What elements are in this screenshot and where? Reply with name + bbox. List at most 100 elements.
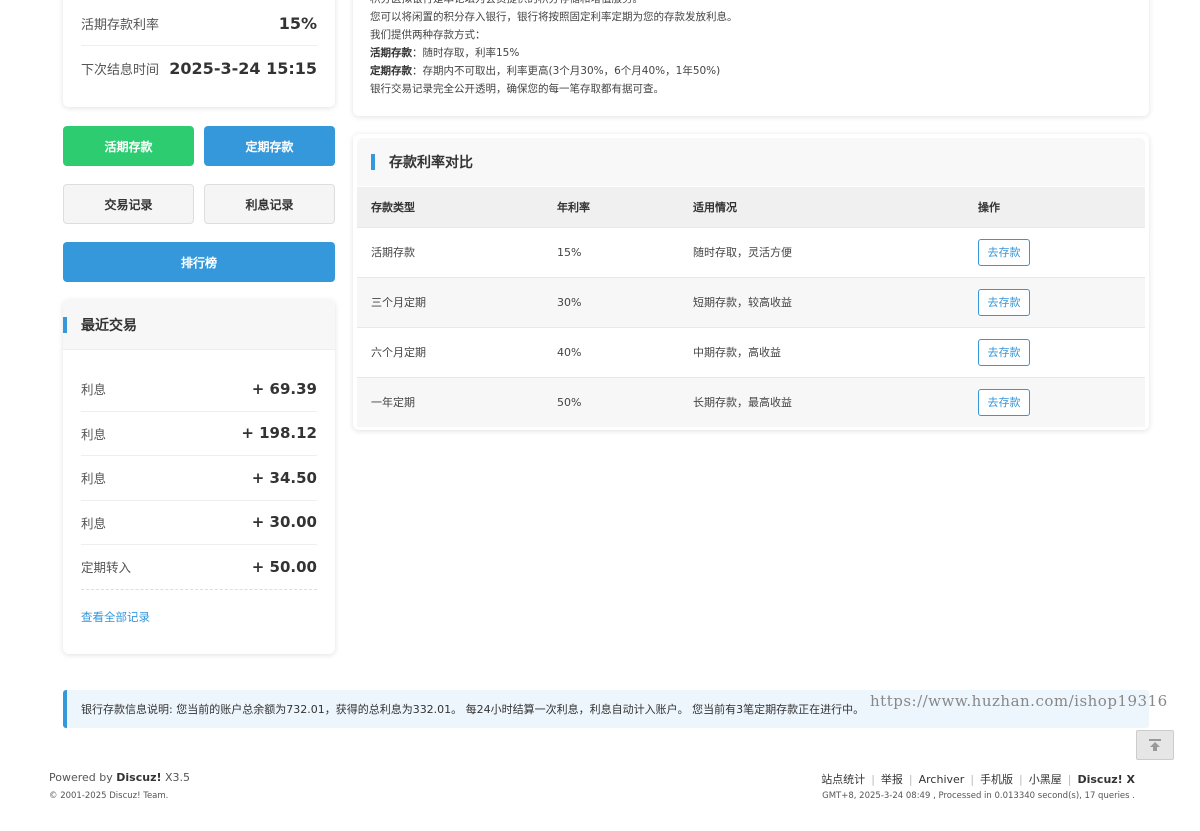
current-rate-row: 活期存款利率 15% <box>81 2 317 46</box>
discuz-link[interactable]: Discuz! <box>116 771 161 784</box>
next-settlement-label: 下次结息时间 <box>81 62 160 78</box>
transaction-label: 利息 <box>81 515 107 531</box>
intro-line: 积分医拟银行是本论坛为会员提供的积分存储和增值服务。 <box>370 0 1132 8</box>
accent-bar <box>63 316 67 333</box>
transaction-label: 利息 <box>81 382 107 398</box>
ranking-button[interactable]: 排行榜 <box>63 242 335 282</box>
divider: | <box>1067 772 1072 786</box>
intro-line: 我们提供两种存款方式： <box>370 29 486 41</box>
divider: | <box>970 772 975 786</box>
transactions-button[interactable]: 交易记录 <box>63 184 194 224</box>
transaction-amount: + 198.12 <box>241 424 317 443</box>
copyright: © 2001-2025 Discuz! Team. <box>49 791 169 801</box>
transaction-row: 利息 + 198.12 <box>81 412 317 456</box>
cell-usage: 随时存取，灵活方便 <box>679 226 964 277</box>
cell-action: 去存款 <box>964 276 1145 327</box>
cell-action: 去存款 <box>964 226 1145 277</box>
go-deposit-button[interactable]: 去存款 <box>978 238 1030 266</box>
bank-intro-text: 积分医拟银行是本论坛为会员提供的积分存储和增值服务。 您可以将闲置的积分存入银行… <box>370 0 1132 98</box>
table-row: 活期存款 15% 随时存取，灵活方便 去存款 <box>357 226 1145 277</box>
transaction-row: 利息 + 30.00 <box>81 501 317 545</box>
go-deposit-button[interactable]: 去存款 <box>978 388 1030 416</box>
transaction-amount: + 69.39 <box>251 379 317 398</box>
intro-line: 银行交易记录完全公开透明，确保您的每一笔存取都有据可查。 <box>370 83 664 95</box>
account-info-card: 活期存款利率 15% 下次结息时间 2025-3-24 15:15 <box>63 0 335 107</box>
back-to-top-button[interactable] <box>1136 730 1174 760</box>
cell-type: 三个月定期 <box>357 276 543 327</box>
intro-current-desc: ：随时存取，利率15% <box>412 47 520 59</box>
intro-fixed-term: 定期存款 <box>370 65 412 77</box>
go-deposit-button[interactable]: 去存款 <box>978 288 1030 316</box>
recent-transactions-header: 最近交易 <box>63 300 335 350</box>
footer-link-stats[interactable]: 站点统计 <box>821 771 865 787</box>
intro-line: 您可以将闲置的积分存入银行，银行将按照固定利率定期为您的存款发放利息。 <box>370 11 738 23</box>
arrow-up-to-line-icon <box>1149 739 1161 751</box>
footer-link-archiver[interactable]: Archiver <box>919 773 965 786</box>
current-rate-value: 15% <box>278 14 317 33</box>
accent-bar <box>371 154 375 170</box>
cell-usage: 中期存款，高收益 <box>679 326 964 377</box>
cell-rate: 40% <box>543 326 679 377</box>
rate-comparison-card: 存款利率对比 存款类型 年利率 适用情况 操作 活期存款 15% 随时存取，灵活… <box>353 134 1149 430</box>
footer-link-blackroom[interactable]: 小黑屋 <box>1029 771 1062 787</box>
cell-rate: 50% <box>543 376 679 427</box>
current-rate-label: 活期存款利率 <box>81 18 160 33</box>
rate-comparison-header: 存款利率对比 <box>357 138 1145 186</box>
intro-line: 活期存款：随时存取，利率15% <box>370 44 1132 62</box>
cell-usage: 短期存款，较高收益 <box>679 276 964 327</box>
bank-intro-card: 积分医拟银行是本论坛为会员提供的积分存储和增值服务。 您可以将闲置的积分存入银行… <box>353 0 1149 116</box>
next-settlement-row: 下次结息时间 2025-3-24 15:15 <box>81 46 317 90</box>
cell-usage: 长期存款，最高收益 <box>679 376 964 427</box>
intro-fixed-desc: ：存期内不可取出，利率更高(3个月30%，6个月40%，1年50%) <box>412 65 721 77</box>
processing-stats: GMT+8, 2025-3-24 08:49 , Processed in 0.… <box>822 791 1135 801</box>
footer-link-mobile[interactable]: 手机版 <box>980 771 1013 787</box>
footer-link-report[interactable]: 举报 <box>881 771 903 787</box>
cell-type: 一年定期 <box>357 376 543 427</box>
transaction-row: 利息 + 69.39 <box>81 367 317 412</box>
transaction-row: 利息 + 34.50 <box>81 456 317 501</box>
recent-transactions-title: 最近交易 <box>81 317 137 334</box>
transaction-label: 利息 <box>81 426 107 442</box>
transaction-amount: + 50.00 <box>251 557 317 576</box>
interest-records-button[interactable]: 利息记录 <box>204 184 335 224</box>
powered-by: Powered by Discuz! X3.5 <box>49 771 190 784</box>
fixed-deposit-button[interactable]: 定期存款 <box>204 126 335 166</box>
transaction-label: 定期转入 <box>81 560 132 576</box>
column-header-action: 操作 <box>964 187 1145 227</box>
divider: | <box>1019 772 1023 786</box>
go-deposit-button[interactable]: 去存款 <box>978 338 1030 366</box>
footer-link-discuz[interactable]: Discuz! X <box>1077 773 1135 786</box>
intro-line: 定期存款：存期内不可取出，利率更高(3个月30%，6个月40%，1年50%) <box>370 62 1132 80</box>
recent-transactions-card: 最近交易 利息 + 69.39 利息 + 198.12 利息 + 34.50 利… <box>63 300 335 654</box>
cell-type: 活期存款 <box>357 226 543 277</box>
rate-comparison-title: 存款利率对比 <box>389 155 473 171</box>
cell-rate: 30% <box>543 276 679 327</box>
current-deposit-button[interactable]: 活期存款 <box>63 126 194 166</box>
cell-action: 去存款 <box>964 376 1145 427</box>
rate-table: 存款类型 年利率 适用情况 操作 活期存款 15% 随时存取，灵活方便 去存款 … <box>357 187 1145 427</box>
transaction-amount: + 30.00 <box>251 513 317 532</box>
column-header-usage: 适用情况 <box>679 187 964 227</box>
rate-table-header-row: 存款类型 年利率 适用情况 操作 <box>357 187 1145 227</box>
column-header-type: 存款类型 <box>357 187 543 227</box>
watermark-text: https://www.huzhan.com/ishop19316 <box>870 692 1168 710</box>
transaction-amount: + 34.50 <box>251 468 317 487</box>
table-row: 一年定期 50% 长期存款，最高收益 去存款 <box>357 376 1145 427</box>
next-settlement-value: 2025-3-24 15:15 <box>169 58 317 78</box>
cell-type: 六个月定期 <box>357 326 543 377</box>
transaction-label: 利息 <box>81 471 107 487</box>
column-header-rate: 年利率 <box>543 187 679 227</box>
divider: | <box>908 772 913 786</box>
table-row: 六个月定期 40% 中期存款，高收益 去存款 <box>357 326 1145 377</box>
cell-action: 去存款 <box>964 326 1145 377</box>
view-all-records-link[interactable]: 查看全部记录 <box>81 609 150 625</box>
transaction-row: 定期转入 + 50.00 <box>81 545 317 590</box>
powered-prefix: Powered by <box>49 771 117 784</box>
cell-rate: 15% <box>543 226 679 277</box>
transaction-list: 利息 + 69.39 利息 + 198.12 利息 + 34.50 利息 + 3… <box>81 367 317 590</box>
intro-current-term: 活期存款 <box>370 47 412 59</box>
table-row: 三个月定期 30% 短期存款，较高收益 去存款 <box>357 276 1145 327</box>
divider: | <box>871 772 875 786</box>
footer-links: 站点统计 | 举报 | Archiver | 手机版 | 小黑屋 | Discuz! X <box>821 771 1135 787</box>
discuz-version: X3.5 <box>161 771 191 784</box>
